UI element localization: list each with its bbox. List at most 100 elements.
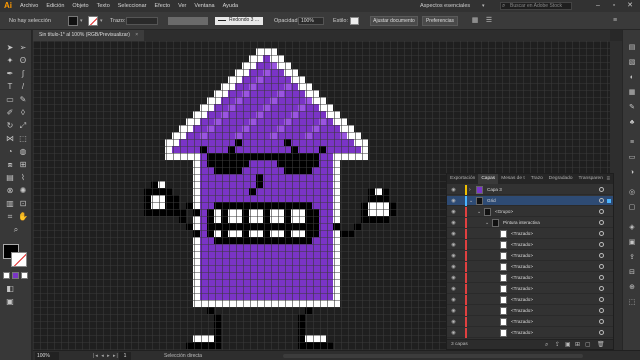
chevron-down-icon[interactable]: ▾ — [100, 12, 103, 30]
layer-name[interactable]: <Trazado> — [511, 295, 533, 305]
gradient-mode-swatch[interactable] — [12, 272, 19, 279]
fill-color-swatch[interactable] — [68, 16, 78, 26]
horizontal-scrollbar[interactable] — [283, 354, 583, 358]
tab-gradient[interactable]: Degradado — [546, 174, 576, 184]
blend-tool-icon[interactable]: ⊗ — [4, 185, 16, 196]
visibility-eye-icon[interactable]: ◉ — [450, 286, 457, 292]
layer-name[interactable]: <Trazado> — [511, 284, 533, 294]
layer-row[interactable]: ◉ ⌄ Grid — [447, 196, 613, 206]
eraser-icon[interactable]: ◊ — [17, 107, 29, 118]
pathfinder-icon[interactable]: ⊕ — [626, 282, 638, 293]
stroke-color-swatch[interactable] — [88, 16, 98, 26]
transparency-icon[interactable]: ◑ — [626, 167, 638, 178]
perspective-grid-icon[interactable]: ⧈ — [4, 159, 16, 170]
clip-mask-icon[interactable]: ▣ — [565, 341, 571, 349]
visibility-eye-icon[interactable]: ◉ — [450, 220, 457, 226]
visibility-eye-icon[interactable]: ◉ — [450, 319, 457, 325]
minimize-icon[interactable]: – — [590, 0, 606, 12]
layer-name[interactable]: <Trazado> — [511, 229, 533, 239]
graphic-styles-icon[interactable]: ▢ — [626, 202, 638, 213]
tab-layers[interactable]: Capas — [478, 174, 499, 184]
artboard-number-field[interactable]: 1 — [119, 352, 131, 360]
pen-tool-icon[interactable]: ✒ — [4, 68, 16, 79]
gradient-tool-icon[interactable]: ▤ — [4, 172, 16, 183]
stroke-panel-icon[interactable]: ≡ — [626, 137, 638, 148]
chevron-down-icon[interactable]: ▾ — [80, 12, 83, 30]
type-tool-icon[interactable]: T — [4, 81, 16, 92]
new-sublayer-icon[interactable]: ⊞ — [575, 341, 580, 349]
visibility-eye-icon[interactable]: ◉ — [450, 242, 457, 248]
symbols-icon[interactable]: ♣ — [626, 117, 638, 128]
expand-icon[interactable]: › — [469, 185, 471, 195]
document-tab[interactable]: Sin título-1* al 100% (RGB/Previsualizar… — [33, 30, 145, 41]
chevron-down-icon[interactable]: ▾ — [482, 0, 485, 12]
layer-name[interactable]: <Trazado> — [511, 328, 533, 338]
graphic-style-swatch[interactable] — [350, 17, 359, 25]
tab-transparency[interactable]: Transparen — [576, 174, 606, 184]
preferences-button[interactable]: Preferencias — [422, 16, 458, 26]
panel-menu-icon[interactable]: ≡ — [606, 174, 610, 184]
zoom-tool-icon[interactable]: ⌕ — [10, 224, 22, 235]
live-paint-icon[interactable]: ◍ — [17, 146, 29, 157]
mesh-tool-icon[interactable]: ⊞ — [17, 159, 29, 170]
brushes-icon[interactable]: ✎ — [626, 102, 638, 113]
layer-name[interactable]: Grid — [487, 196, 496, 206]
asset-export-icon[interactable]: ⇪ — [626, 252, 638, 263]
target-circle-icon[interactable] — [599, 198, 604, 203]
panel-menu-icon[interactable]: ≡ — [610, 16, 620, 26]
maximize-icon[interactable]: ▫ — [606, 0, 622, 12]
target-circle-icon[interactable] — [599, 286, 604, 291]
appearance-icon[interactable]: ◎ — [626, 187, 638, 198]
layers-icon[interactable]: ◈ — [626, 222, 638, 233]
target-circle-icon[interactable] — [599, 242, 604, 247]
layer-name[interactable]: Capa 3 — [487, 185, 502, 195]
shape-builder-icon[interactable]: ◔ — [4, 146, 16, 157]
menu-seleccionar[interactable]: Seleccionar — [114, 0, 151, 12]
layer-row[interactable]: ◉ <Trazado> — [447, 328, 613, 338]
menu-archivo[interactable]: Archivo — [16, 0, 42, 12]
screen-mode-icon[interactable]: ▣ — [4, 296, 16, 307]
color-icon[interactable]: ◐ — [626, 72, 638, 83]
target-circle-icon[interactable] — [599, 308, 604, 313]
tab-artboards[interactable]: Mesas de t — [498, 174, 527, 184]
width-tool-icon[interactable]: ⋈ — [4, 133, 16, 144]
menu-objeto[interactable]: Objeto — [68, 0, 92, 12]
lasso-icon[interactable]: ʘ — [17, 55, 29, 66]
curvature-tool-icon[interactable]: ∫ — [17, 68, 29, 79]
menu-ventana[interactable]: Ventana — [190, 0, 218, 12]
draw-mode-icon[interactable]: ◧ — [4, 283, 16, 294]
tab-export[interactable]: Exportación — [447, 174, 478, 184]
menu-texto[interactable]: Texto — [93, 0, 114, 12]
artboards-icon[interactable]: ▣ — [626, 237, 638, 248]
target-circle-icon[interactable] — [599, 297, 604, 302]
visibility-eye-icon[interactable]: ◉ — [450, 187, 457, 193]
layer-row[interactable]: ◉ ⌄ <Grupo> — [447, 207, 613, 217]
layer-row[interactable]: ◉ <Trazado> — [447, 317, 613, 327]
visibility-eye-icon[interactable]: ◉ — [450, 330, 457, 336]
gradient-panel-icon[interactable]: ▭ — [626, 152, 638, 163]
slice-tool-icon[interactable]: ⌗ — [4, 211, 16, 222]
new-layer-icon[interactable]: ▢ — [585, 341, 591, 349]
align-panel-icon[interactable]: ⊟ — [626, 267, 638, 278]
visibility-eye-icon[interactable]: ◉ — [450, 198, 457, 204]
target-circle-icon[interactable] — [599, 187, 604, 192]
layer-name[interactable]: <Trazado> — [511, 306, 533, 316]
visibility-eye-icon[interactable]: ◉ — [450, 209, 457, 215]
layer-row[interactable]: ◉ <Trazado> — [447, 295, 613, 305]
graph-tool-icon[interactable]: ▥ — [4, 198, 16, 209]
target-circle-icon[interactable] — [599, 264, 604, 269]
document-setup-button[interactable]: Ajustar documento — [370, 16, 418, 26]
trash-icon[interactable]: 🗑 — [597, 341, 605, 349]
stock-search-input[interactable]: Buscar en Adobe Stock — [500, 2, 572, 10]
free-transform-icon[interactable]: ⬚ — [17, 133, 29, 144]
layer-row[interactable]: ◉ <Trazado> — [447, 262, 613, 272]
layer-name[interactable]: <Trazado> — [511, 317, 533, 327]
artboard-navigation[interactable]: |◂ ◂ ▸ ▸| — [93, 351, 119, 360]
layer-row[interactable]: ◉ <Trazado> — [447, 306, 613, 316]
workspace-switcher[interactable]: Aspectos esenciales — [420, 0, 470, 12]
layer-name[interactable]: Pintura interactiva — [503, 218, 540, 228]
properties-icon[interactable]: ▤ — [626, 42, 638, 53]
tab-stroke[interactable]: Trazo — [528, 174, 546, 184]
align-icon[interactable]: ☰ — [484, 16, 494, 26]
export-icon[interactable]: ⇪ — [555, 341, 560, 349]
